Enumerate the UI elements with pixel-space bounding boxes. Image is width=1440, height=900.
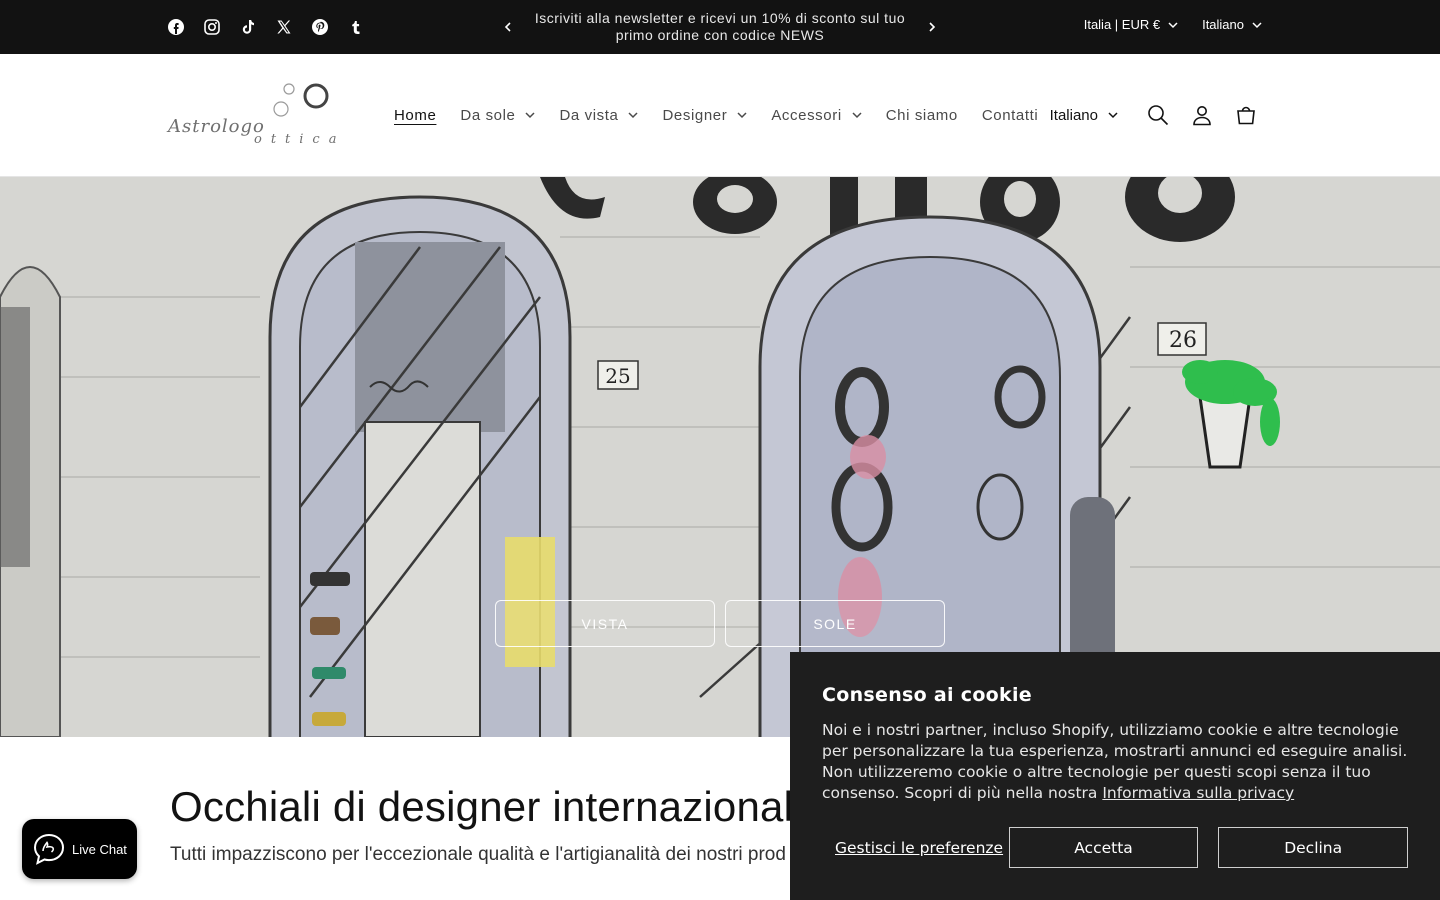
nav-item-label: Accessori: [771, 106, 842, 124]
logo-text-ottica: ottica: [254, 132, 346, 147]
nav-item-label: Da vista: [559, 106, 619, 124]
chevron-down-icon: [525, 112, 536, 119]
nav-item-home[interactable]: Home: [382, 107, 448, 124]
logo[interactable]: Astrologo ottica: [166, 80, 352, 150]
nav-item-contatti[interactable]: Contatti: [970, 107, 1051, 124]
social-links: [166, 17, 366, 37]
instagram-icon[interactable]: [202, 17, 222, 37]
nav-item-da-vista[interactable]: Da vista: [547, 107, 650, 124]
announcement-slider: Iscriviti alla newsletter e ricevi un 10…: [500, 0, 940, 54]
live-chat-label: Live Chat: [72, 841, 127, 857]
nav-item-chi-siamo[interactable]: Chi siamo: [874, 107, 970, 124]
live-chat-button[interactable]: Live Chat: [22, 819, 137, 879]
announcement-text[interactable]: Iscriviti alla newsletter e ricevi un 10…: [530, 10, 910, 44]
cookie-body: Noi e i nostri partner, incluso Shopify,…: [822, 720, 1408, 804]
chevron-down-icon: [628, 112, 639, 119]
nav-item-designer[interactable]: Designer: [650, 107, 759, 124]
nav-item-accessori[interactable]: Accessori: [759, 107, 873, 124]
nav-item-label: Da sole: [460, 106, 516, 124]
logo-text-astrologo: Astrologo: [168, 116, 265, 137]
chevron-down-icon: [1108, 112, 1118, 119]
site-header: Astrologo ottica Home Da sole Da vista D…: [0, 54, 1440, 177]
account-button[interactable]: [1180, 93, 1224, 137]
country-selector-label: Italia | EUR €: [1083, 17, 1161, 32]
chat-bubble-icon: [33, 833, 65, 865]
language-selector[interactable]: Italiano: [1202, 17, 1262, 32]
chevron-down-icon: [1252, 21, 1262, 28]
privacy-policy-link[interactable]: Informativa sulla privacy: [1102, 784, 1294, 802]
country-selector[interactable]: Italia | EUR €: [1084, 17, 1178, 32]
nav-item-label: Contatti: [981, 106, 1039, 124]
house-number-25: 25: [605, 364, 630, 388]
search-button[interactable]: [1136, 93, 1180, 137]
language-selector-label: Italiano: [1202, 17, 1244, 32]
pinterest-icon[interactable]: [310, 17, 330, 37]
tiktok-icon[interactable]: [238, 17, 258, 37]
header-language-selector[interactable]: Italiano: [1050, 107, 1118, 124]
chevron-right-icon: [929, 22, 936, 32]
search-icon: [1148, 105, 1169, 126]
cookie-title: Consenso ai cookie: [822, 684, 1032, 706]
nav-item-da-sole[interactable]: Da sole: [448, 107, 547, 124]
vista-button[interactable]: VISTA: [495, 600, 715, 647]
decline-button[interactable]: Declina: [1218, 827, 1408, 868]
cart-button[interactable]: [1224, 93, 1268, 137]
user-icon: [1193, 106, 1211, 126]
cart-icon: [1237, 106, 1255, 125]
chevron-down-icon: [737, 112, 747, 119]
header-language-label: Italiano: [1049, 106, 1098, 124]
main-nav: Home Da sole Da vista Designer Accessori…: [382, 54, 1050, 176]
chevron-down-icon: [852, 112, 862, 119]
localization-selectors: Italia | EUR € Italiano: [1084, 17, 1262, 32]
sole-button[interactable]: SOLE: [725, 600, 945, 647]
nav-item-label: Home: [394, 106, 437, 124]
chevron-left-icon: [504, 22, 511, 32]
announcement-prev-button[interactable]: [500, 17, 516, 37]
intro-text: Tutti impazziscono per l'eccezionale qua…: [170, 844, 786, 865]
house-number-26: 26: [1169, 328, 1197, 353]
accept-button[interactable]: Accetta: [1008, 827, 1199, 868]
announcement-next-button[interactable]: [924, 17, 940, 37]
x-icon[interactable]: [274, 17, 294, 37]
cookie-consent-banner: Consenso ai cookie Noi e i nostri partne…: [790, 652, 1440, 900]
nav-item-label: Chi siamo: [885, 106, 958, 124]
intro-title: Occhiali di designer internazionali: [170, 783, 803, 830]
manage-preferences-link[interactable]: Gestisci le preferenze: [822, 839, 1009, 857]
header-actions: Italiano: [1050, 54, 1268, 176]
tumblr-icon[interactable]: [346, 17, 366, 37]
announcement-bar: Iscriviti alla newsletter e ricevi un 10…: [0, 0, 1440, 54]
nav-item-label: Designer: [662, 106, 728, 124]
cookie-actions: Gestisci le preferenze Accetta Declina: [822, 827, 1408, 868]
facebook-icon[interactable]: [166, 17, 186, 37]
chevron-down-icon: [1168, 21, 1178, 28]
